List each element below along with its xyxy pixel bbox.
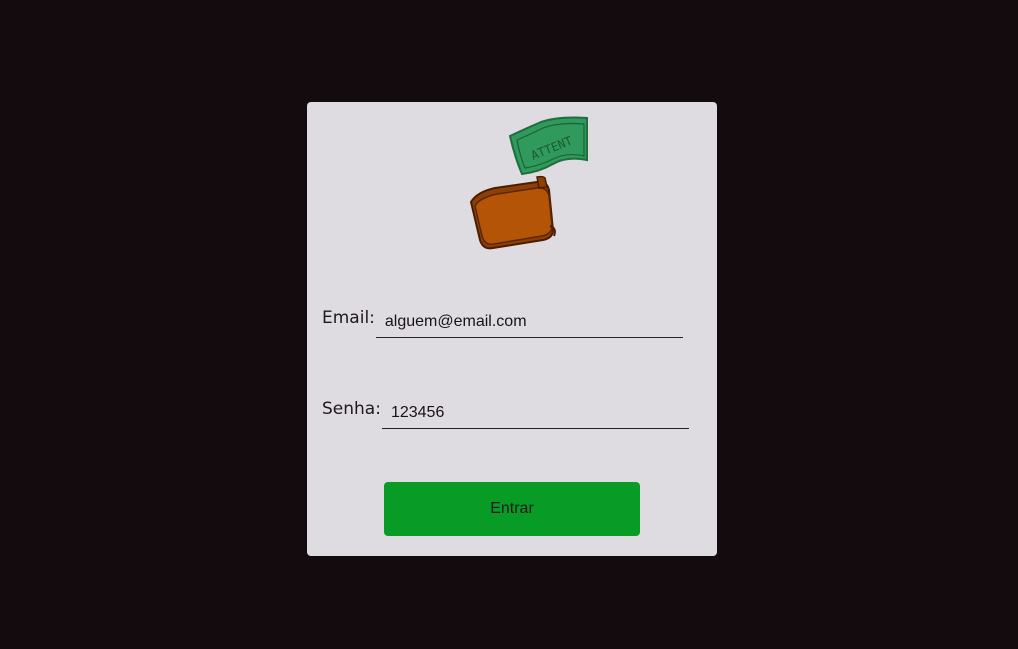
- password-field[interactable]: [381, 397, 689, 429]
- login-button[interactable]: Entrar: [384, 482, 640, 536]
- wallet-icon: [469, 175, 556, 250]
- wallet-money-icon: ATTENT: [467, 114, 592, 254]
- login-card: ATTENT Email: Senha: Entrar: [307, 102, 717, 556]
- password-label: Senha:: [322, 399, 381, 419]
- password-row: Senha:: [322, 397, 689, 429]
- email-field[interactable]: [375, 306, 683, 338]
- email-label: Email:: [322, 308, 375, 328]
- banknote-icon: ATTENT: [508, 116, 588, 176]
- email-row: Email:: [322, 306, 683, 338]
